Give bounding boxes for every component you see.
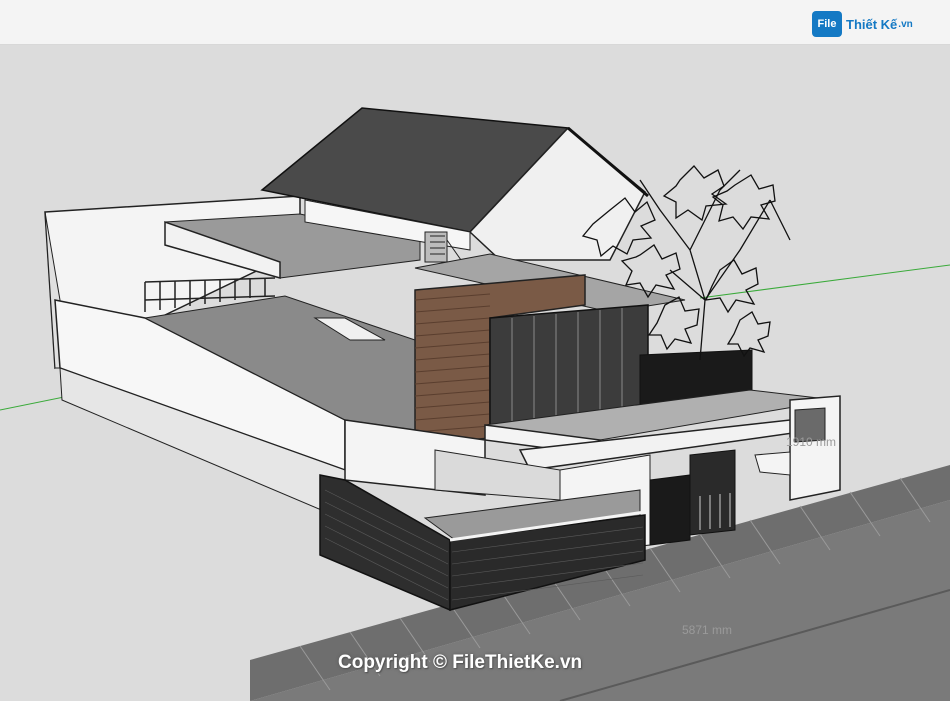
copyright-watermark: Copyright © FileThietKe.vn [338,652,583,673]
sketchup-window: File Thiết Kế .vn 1910 mm 5871 mm Copyri… [0,0,950,701]
green-axis-right [699,264,950,299]
logo-suffix: .vn [898,18,913,30]
width-dimension-label: 5871 mm [682,623,733,637]
model-viewport[interactable]: 1910 mm 5871 mm [0,45,950,701]
entry-door [649,474,691,546]
site-logo[interactable]: File Thiết Kế .vn [812,10,913,38]
logo-badge: File [812,11,842,37]
right-fence [754,451,791,476]
top-bar: File Thiết Kế .vn [0,0,950,45]
brick-wall-side [319,474,451,612]
house-model-drawing [0,107,950,701]
logo-text: Thiết Kế [846,16,898,32]
height-dimension-label: 1910 mm [786,435,837,449]
gate [689,449,736,536]
